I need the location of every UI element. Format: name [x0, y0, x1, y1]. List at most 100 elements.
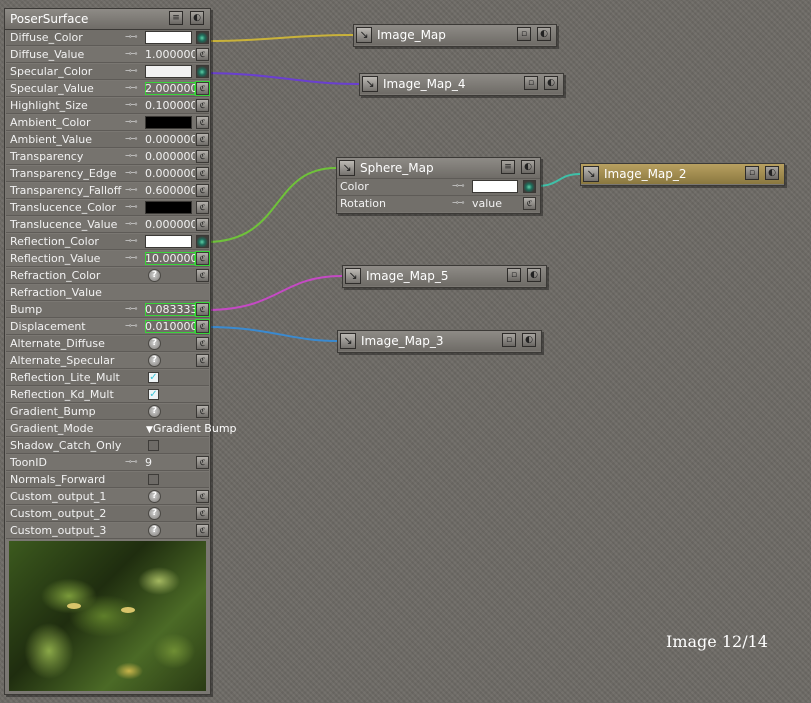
- input-connector[interactable]: ℭ: [196, 337, 209, 350]
- key-icon[interactable]: ⊸⊸: [125, 67, 145, 75]
- help-icon[interactable]: ?: [148, 524, 161, 537]
- key-icon[interactable]: ⊸⊸: [125, 237, 145, 245]
- param-value[interactable]: 0.010000: [145, 320, 195, 333]
- key-icon[interactable]: ⊸⊸: [125, 101, 145, 109]
- param-value[interactable]: 0.000000: [145, 218, 195, 231]
- param-value[interactable]: value: [472, 197, 502, 210]
- param-row-displacement[interactable]: Displacement ⊸⊸ 0.010000 ℭ: [6, 319, 209, 335]
- param-value[interactable]: 0.000000: [145, 133, 195, 146]
- param-row-translucence-value[interactable]: Translucence_Value ⊸⊸ 0.000000 ℭ: [6, 217, 209, 233]
- param-row-reflection-color[interactable]: Reflection_Color ⊸⊸: [6, 234, 209, 250]
- node-image-map-3[interactable]: ↘ Image_Map_3 ▫ ◐: [337, 330, 542, 353]
- param-row-gradient-bump[interactable]: Gradient_Bump? ℭ: [6, 404, 209, 420]
- param-row-transparency[interactable]: Transparency ⊸⊸ 0.000000 ℭ: [6, 149, 209, 165]
- key-icon[interactable]: ⊸⊸: [125, 305, 145, 313]
- help-icon[interactable]: ?: [148, 354, 161, 367]
- preview-toggle-icon[interactable]: ◐: [527, 268, 541, 282]
- sphere-map-rotation-row[interactable]: Rotation ⊸⊸ value ℭ: [337, 195, 540, 212]
- input-connector[interactable]: ℭ: [196, 405, 209, 418]
- param-row-bump[interactable]: Bump ⊸⊸ 0.083333 ℭ: [6, 302, 209, 318]
- param-row-alternate-diffuse[interactable]: Alternate_Diffuse? ℭ: [6, 336, 209, 352]
- param-row-reflection-kd-mult[interactable]: Reflection_Kd_Mult ✓: [6, 387, 209, 403]
- input-connector[interactable]: ℭ: [196, 48, 209, 61]
- input-connector[interactable]: ℭ: [196, 82, 209, 95]
- param-value[interactable]: 0.600000: [145, 184, 195, 197]
- param-row-highlight-size[interactable]: Highlight_Size ⊸⊸ 0.100000 ℭ: [6, 98, 209, 114]
- options-menu-icon[interactable]: ▫: [745, 166, 759, 180]
- input-connector[interactable]: ℭ: [196, 320, 209, 333]
- help-icon[interactable]: ?: [148, 507, 161, 520]
- key-icon[interactable]: ⊸⊸: [452, 199, 464, 207]
- node-image-map-5[interactable]: ↘ Image_Map_5 ▫ ◐: [342, 265, 547, 288]
- param-value[interactable]: 2.000000: [145, 82, 195, 95]
- color-swatch[interactable]: [145, 31, 192, 44]
- param-row-normals-forward[interactable]: Normals_Forward: [6, 472, 209, 488]
- input-connector[interactable]: ℭ: [196, 269, 209, 282]
- param-row-transparency-falloff[interactable]: Transparency_Falloff ⊸⊸ 0.600000 ℭ: [6, 183, 209, 199]
- checkbox[interactable]: ✓: [148, 372, 159, 383]
- param-row-specular-value[interactable]: Specular_Value ⊸⊸ 2.000000 ℭ: [6, 81, 209, 97]
- node-sphere-map[interactable]: ↘ Sphere_Map ≡ ◐ Color ⊸⊸ Rotation ⊸⊸ va…: [336, 157, 541, 214]
- linked-connector[interactable]: [196, 65, 209, 78]
- node-type-icon[interactable]: ↘: [345, 268, 361, 284]
- param-value[interactable]: 0.000000: [145, 167, 195, 180]
- checkbox[interactable]: [148, 440, 159, 451]
- param-row-shadow-catch-only[interactable]: Shadow_Catch_Only: [6, 438, 209, 454]
- input-connector[interactable]: ℭ: [196, 201, 209, 214]
- color-swatch[interactable]: [145, 201, 192, 214]
- param-row-gradient-mode[interactable]: Gradient_Mode ▼Gradient Bump: [6, 421, 237, 437]
- param-row-reflection-value[interactable]: Reflection_Value ⊸⊸10.000000ℭ: [6, 251, 209, 267]
- color-swatch[interactable]: [145, 65, 192, 78]
- key-icon[interactable]: ⊸⊸: [125, 322, 145, 330]
- preview-toggle-icon[interactable]: ◐: [190, 11, 204, 25]
- input-connector[interactable]: ℭ: [196, 524, 209, 537]
- key-icon[interactable]: ⊸⊸: [125, 169, 145, 177]
- preview-toggle-icon[interactable]: ◐: [522, 333, 536, 347]
- param-row-refraction-value[interactable]: Refraction_Value: [6, 285, 209, 301]
- param-row-ambient-color[interactable]: Ambient_Color ⊸⊸ ℭ: [6, 115, 209, 131]
- sphere-map-color-row[interactable]: Color ⊸⊸: [337, 178, 540, 195]
- key-icon[interactable]: ⊸⊸: [125, 50, 145, 58]
- key-icon[interactable]: ⊸⊸: [125, 152, 145, 160]
- key-icon[interactable]: ⊸⊸: [125, 33, 145, 41]
- input-connector[interactable]: ℭ: [196, 507, 209, 520]
- poser-surface-node[interactable]: PoserSurface ≡ ◐ Diffuse_Color ⊸⊸ Diffuse_…: [4, 8, 237, 695]
- node-type-icon[interactable]: ↘: [340, 333, 356, 349]
- node-image-map[interactable]: ↘ Image_Map ▫ ◐: [353, 24, 557, 47]
- param-value[interactable]: 10.000000: [145, 252, 195, 265]
- param-row-custom-output-1[interactable]: Custom_output_1? ℭ: [6, 489, 209, 505]
- poser-surface-header[interactable]: PoserSurface ≡ ◐: [5, 9, 210, 30]
- options-menu-icon[interactable]: ▫: [517, 27, 531, 41]
- param-row-reflection-lite-mult[interactable]: Reflection_Lite_Mult ✓: [6, 370, 209, 386]
- param-row-translucence-color[interactable]: Translucence_Color ⊸⊸ ℭ: [6, 200, 209, 216]
- options-menu-icon[interactable]: ▫: [524, 76, 538, 90]
- help-icon[interactable]: ?: [148, 405, 161, 418]
- input-connector[interactable]: ℭ: [196, 218, 209, 231]
- param-row-transparency-edge[interactable]: Transparency_Edge ⊸⊸ 0.000000 ℭ: [6, 166, 209, 182]
- preview-toggle-icon[interactable]: ◐: [544, 76, 558, 90]
- input-connector[interactable]: ℭ: [196, 184, 209, 197]
- key-icon[interactable]: ⊸⊸: [125, 203, 145, 211]
- input-connector[interactable]: ℭ: [196, 354, 209, 367]
- param-value[interactable]: 0.100000: [145, 99, 195, 112]
- input-connector[interactable]: ℭ: [196, 456, 209, 469]
- input-connector[interactable]: ℭ: [196, 167, 209, 180]
- input-connector[interactable]: ℭ: [196, 303, 209, 316]
- options-menu-icon[interactable]: ▫: [507, 268, 521, 282]
- param-row-custom-output-2[interactable]: Custom_output_2? ℭ: [6, 506, 209, 522]
- preview-toggle-icon[interactable]: ◐: [537, 27, 551, 41]
- checkbox[interactable]: [148, 474, 159, 485]
- param-row-diffuse-color[interactable]: Diffuse_Color ⊸⊸: [6, 30, 209, 46]
- input-connector[interactable]: ℭ: [523, 197, 536, 210]
- help-icon[interactable]: ?: [148, 490, 161, 503]
- param-value[interactable]: 0.000000: [145, 150, 195, 163]
- help-icon[interactable]: ?: [148, 337, 161, 350]
- key-icon[interactable]: ⊸⊸: [125, 220, 145, 228]
- linked-connector[interactable]: [196, 31, 209, 44]
- param-row-specular-color[interactable]: Specular_Color ⊸⊸: [6, 64, 209, 80]
- key-icon[interactable]: ⊸⊸: [125, 458, 145, 466]
- preview-toggle-icon[interactable]: ◐: [765, 166, 779, 180]
- node-type-icon[interactable]: ↘: [583, 166, 599, 182]
- options-menu-icon[interactable]: ≡: [501, 160, 515, 174]
- param-row-ambient-value[interactable]: Ambient_Value ⊸⊸ 0.000000 ℭ: [6, 132, 209, 148]
